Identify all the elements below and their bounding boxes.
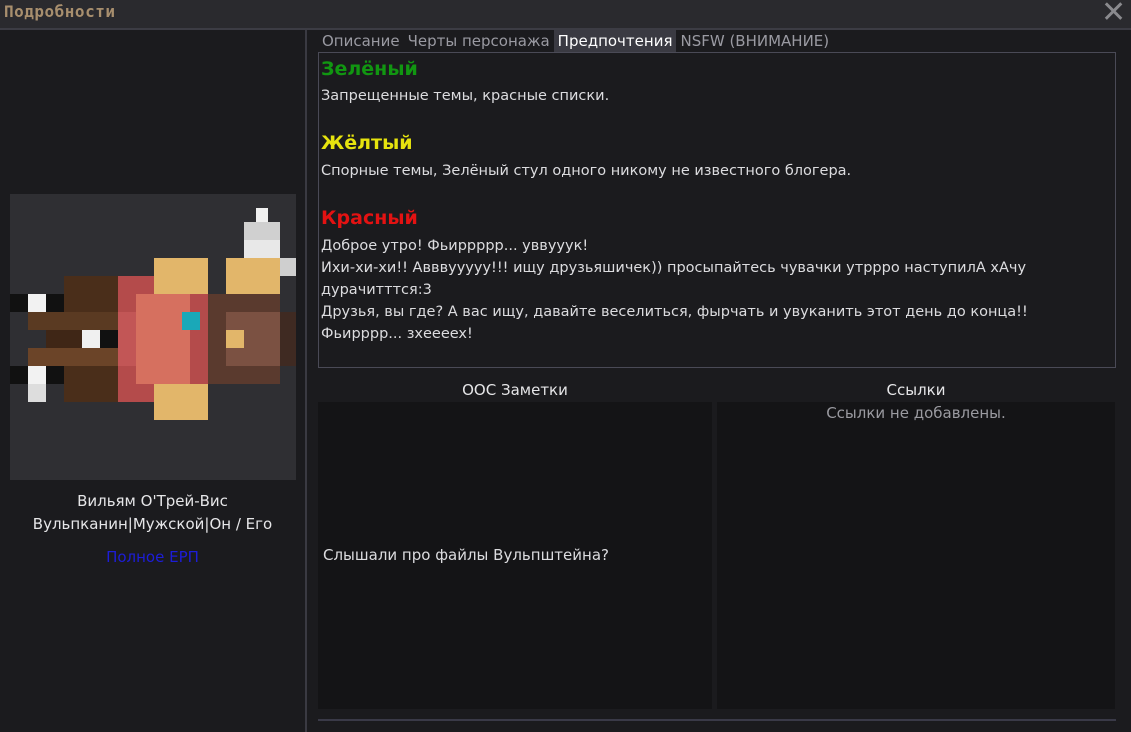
tab-description[interactable]: Описание	[318, 30, 404, 52]
red-text-line: дурачитттся:3	[321, 282, 432, 298]
character-sprite	[10, 208, 296, 420]
tab-bar: Описание Черты персонажа Предпочтения NS…	[318, 30, 833, 52]
red-text-line: Ихи-хи-хи!! Аввву​уууу!!! ищу друзьяшиче…	[321, 260, 1027, 276]
red-heading: Красный	[321, 207, 418, 229]
red-text-line: Доброе утро! Фьиррррр... уввууук!	[321, 238, 589, 254]
details-window: Подробности ✕ Вильям О'Трей-Вис Вульпкан…	[0, 0, 1131, 732]
green-text: Запрещенные темы, красные списки.	[321, 88, 610, 104]
tab-nsfw[interactable]: NSFW (ВНИМАНИЕ)	[676, 30, 833, 52]
character-info: Вульпканин|Мужской|Он / Его	[32, 515, 273, 533]
tab-traits[interactable]: Черты персонажа	[404, 30, 554, 52]
tab-preferences[interactable]: Предпочтения	[553, 30, 677, 52]
full-erp-link[interactable]: Полное ЕРП	[0, 548, 305, 566]
close-icon[interactable]: ✕	[1101, 0, 1126, 28]
ooc-notes-text: Слышали про файлы Вульпштейна?	[323, 546, 609, 564]
red-text-line: Фьирррр... зхееeex!	[321, 326, 473, 342]
links-title: Ссылки	[886, 381, 946, 399]
character-portrait	[10, 194, 296, 480]
window-title: Подробности	[4, 2, 116, 21]
red-text-line: Друзья, вы где? А вас ищу, давайте весел…	[321, 304, 1028, 320]
bottom-divider	[318, 719, 1116, 721]
green-heading: Зелёный	[321, 58, 418, 80]
yellow-text: Спорные темы, Зелёный стул одного никому…	[321, 163, 852, 179]
links-box[interactable]: Ссылки не добавлены.	[717, 402, 1115, 709]
ooc-title: ООС Заметки	[462, 381, 568, 399]
red-text: Доброе утро! Фьиррррр... уввууук! Ихи-хи…	[321, 235, 1111, 345]
title-bar[interactable]: Подробности ✕	[0, 0, 1131, 30]
character-panel: Вильям О'Трей-Вис Вульпканин|Мужской|Он …	[0, 30, 307, 732]
ooc-notes-box[interactable]: Слышали про файлы Вульпштейна?	[318, 402, 712, 709]
links-empty-text: Ссылки не добавлены.	[826, 404, 1006, 422]
preferences-content[interactable]: Зелёный Запрещенные темы, красные списки…	[318, 52, 1116, 368]
yellow-heading: Жёлтый	[321, 132, 413, 154]
character-name: Вильям О'Трей-Вис	[77, 492, 228, 510]
